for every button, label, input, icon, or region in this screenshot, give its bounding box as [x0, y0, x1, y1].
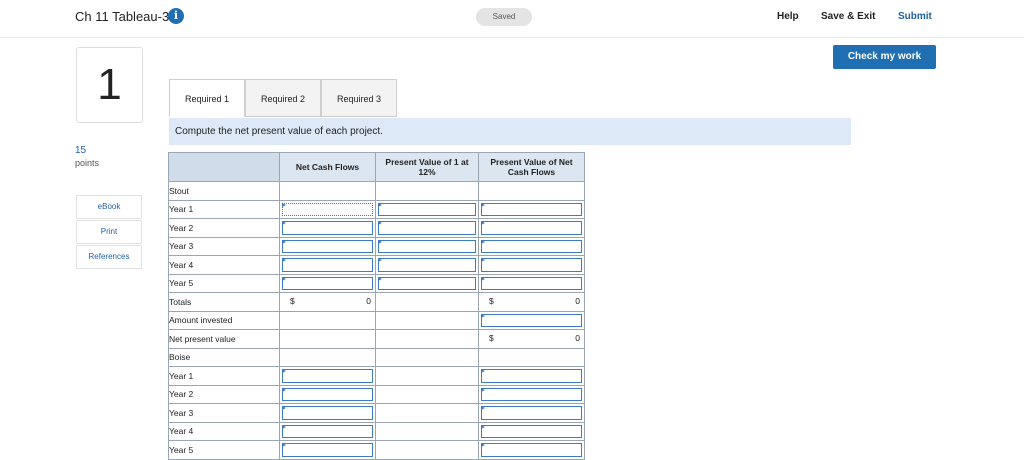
stout-year3-pv-factor-input[interactable] — [378, 239, 476, 253]
npv-value: 0 — [575, 333, 580, 343]
tab-required-3[interactable]: Required 3 — [321, 79, 397, 117]
year-label: Year 3 — [168, 403, 280, 423]
references-link[interactable]: References — [76, 245, 142, 269]
year-label: Year 4 — [168, 255, 280, 275]
stout-year4-pv-factor-input[interactable] — [378, 258, 476, 272]
stout-year5-pv-factor-input[interactable] — [378, 276, 476, 290]
saved-status-badge: Saved — [476, 8, 532, 26]
table-row: Year 2 — [168, 384, 585, 404]
stout-year5-cash-flow-input[interactable] — [282, 276, 373, 290]
table-row: Totals $ 0 $ 0 — [168, 292, 585, 312]
question-number: 1 — [76, 47, 143, 123]
table-row: Year 5 — [168, 440, 585, 460]
year-label: Year 2 — [168, 218, 280, 238]
boise-year5-pv-input[interactable] — [481, 443, 582, 457]
currency-symbol: $ — [489, 333, 494, 343]
boise-year1-cash-flow-input[interactable] — [282, 369, 373, 383]
stout-amount-invested-input[interactable] — [481, 313, 582, 327]
table-row: Year 5 — [168, 273, 585, 293]
stout-year3-pv-input[interactable] — [481, 239, 582, 253]
table-row: Year 1 — [168, 199, 585, 219]
info-icon[interactable]: i — [168, 8, 184, 24]
boise-year1-pv-input[interactable] — [481, 369, 582, 383]
table-row: Net present value $ 0 — [168, 329, 585, 349]
header-present-value-factor: Present Value of 1 at 12% — [375, 152, 479, 182]
header-net-cash-flows: Net Cash Flows — [279, 152, 376, 182]
save-exit-link[interactable]: Save & Exit — [821, 11, 875, 22]
ebook-link[interactable]: eBook — [76, 195, 142, 219]
table-row: Year 4 — [168, 421, 585, 441]
amount-invested-label: Amount invested — [168, 310, 280, 330]
boise-year2-cash-flow-input[interactable] — [282, 387, 373, 401]
assignment-title: Ch 11 Tableau-3 — [75, 9, 170, 24]
totals-cash-flow-value: 0 — [366, 296, 371, 306]
submit-link[interactable]: Submit — [898, 11, 932, 22]
year-label: Year 1 — [168, 199, 280, 219]
table-row: Year 3 — [168, 236, 585, 256]
check-my-work-button[interactable]: Check my work — [833, 45, 936, 69]
project-label-stout: Stout — [168, 181, 280, 201]
table-row: Year 3 — [168, 403, 585, 423]
totals-label: Totals — [168, 292, 280, 312]
npv-label: Net present value — [168, 329, 280, 349]
boise-year4-pv-input[interactable] — [481, 424, 582, 438]
year-label: Year 5 — [168, 440, 280, 460]
boise-year2-pv-input[interactable] — [481, 387, 582, 401]
header-present-value-cash-flows: Present Value of Net Cash Flows — [478, 152, 585, 182]
boise-year3-pv-input[interactable] — [481, 406, 582, 420]
npv-table: Net Cash Flows Present Value of 1 at 12%… — [168, 152, 585, 460]
year-label: Year 4 — [168, 421, 280, 441]
project-label-boise: Boise — [168, 347, 280, 367]
help-link[interactable]: Help — [777, 11, 799, 22]
totals-pv-value: 0 — [575, 296, 580, 306]
table-header-row: Net Cash Flows Present Value of 1 at 12%… — [168, 152, 585, 182]
header-blank — [168, 152, 280, 182]
boise-year5-cash-flow-input[interactable] — [282, 443, 373, 457]
tab-required-1[interactable]: Required 1 — [169, 79, 245, 117]
year-label: Year 5 — [168, 273, 280, 293]
year-label: Year 1 — [168, 366, 280, 386]
stout-year2-cash-flow-input[interactable] — [282, 221, 373, 235]
table-row: Amount invested — [168, 310, 585, 330]
table-row: Boise — [168, 347, 585, 367]
stout-year1-cash-flow-input[interactable] — [282, 202, 373, 216]
stout-year5-pv-input[interactable] — [481, 276, 582, 290]
points-label: points — [75, 158, 100, 168]
table-row: Year 1 — [168, 366, 585, 386]
stout-year2-pv-input[interactable] — [481, 221, 582, 235]
resource-links: eBook Print References — [76, 195, 142, 270]
table-row: Stout — [168, 181, 585, 201]
points-value: 15 — [75, 145, 87, 156]
print-link[interactable]: Print — [76, 220, 142, 244]
stout-year4-pv-input[interactable] — [481, 258, 582, 272]
stout-year4-cash-flow-input[interactable] — [282, 258, 373, 272]
table-row: Year 4 — [168, 255, 585, 275]
currency-symbol: $ — [290, 296, 295, 306]
instruction-banner: Compute the net present value of each pr… — [169, 118, 851, 145]
currency-symbol: $ — [489, 296, 494, 306]
top-bar: Ch 11 Tableau-3 i Saved Help Save & Exit… — [0, 0, 1024, 38]
stout-year1-pv-factor-input[interactable] — [378, 202, 476, 216]
tab-required-2[interactable]: Required 2 — [245, 79, 321, 117]
boise-year4-cash-flow-input[interactable] — [282, 424, 373, 438]
table-row: Year 2 — [168, 218, 585, 238]
year-label: Year 3 — [168, 236, 280, 256]
stout-year3-cash-flow-input[interactable] — [282, 239, 373, 253]
boise-year3-cash-flow-input[interactable] — [282, 406, 373, 420]
stout-year1-pv-input[interactable] — [481, 202, 582, 216]
year-label: Year 2 — [168, 384, 280, 404]
stout-year2-pv-factor-input[interactable] — [378, 221, 476, 235]
